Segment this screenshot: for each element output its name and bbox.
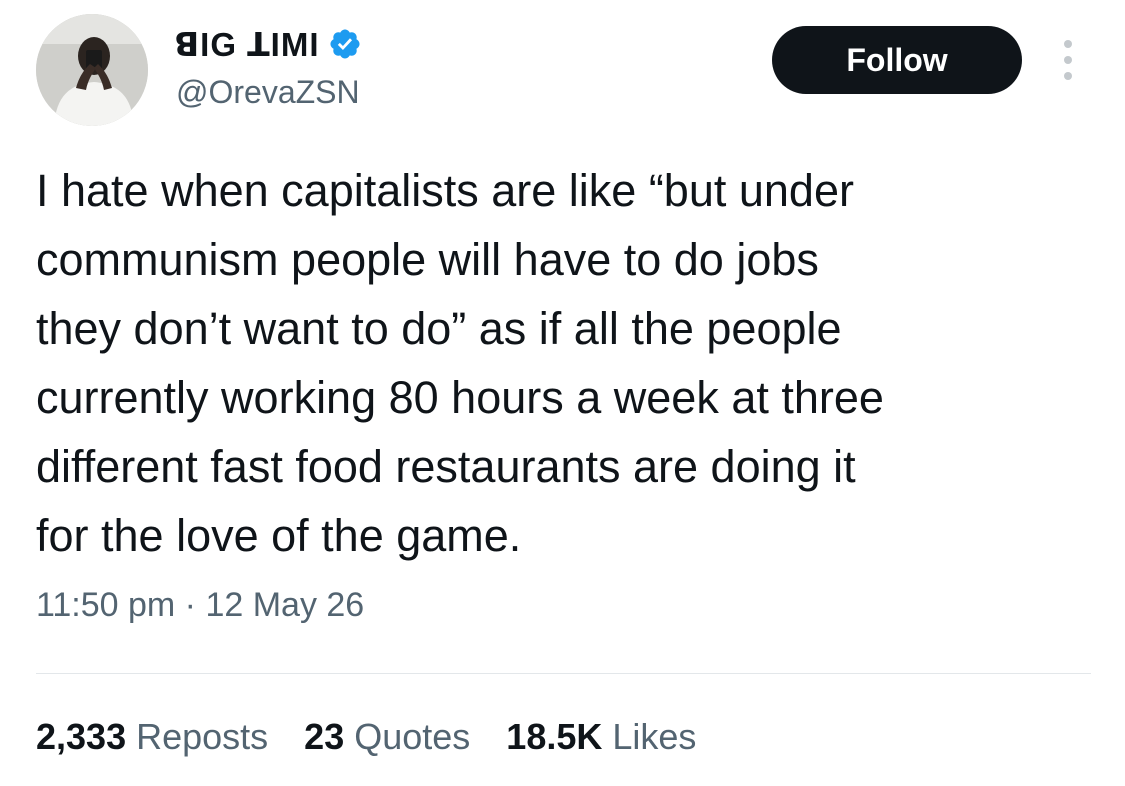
likes-count: 18.5K [506,716,603,757]
reposts-stat[interactable]: 2,333 Reposts [36,716,268,758]
follow-button[interactable]: Follow [772,26,1022,94]
quotes-stat[interactable]: 23 Quotes [304,716,470,758]
more-dot [1064,40,1072,48]
reposts-label: Reposts [136,716,269,757]
tweet-text: I hate when capitalists are like “but un… [36,165,884,561]
quotes-count: 23 [304,716,345,757]
more-vertical-icon[interactable] [1050,36,1086,84]
more-dot [1064,72,1072,80]
avatar-photo [36,14,148,126]
tweet-header: ꓭIG ꓕIMI @OrevaZSN Follow [0,0,1125,140]
reposts-count: 2,333 [36,716,127,757]
author-handle[interactable]: @OrevaZSN [176,74,360,111]
quotes-label: Quotes [354,716,471,757]
likes-label: Likes [612,716,697,757]
engagement-stats: 2,333 Reposts 23 Quotes 18.5K Likes [36,716,732,758]
author-name-row: ꓭIG ꓕIMI [174,22,362,66]
divider [36,673,1091,674]
more-dot [1064,56,1072,64]
tweet-timestamp[interactable]: 11:50 pm · 12 May 26 [36,586,364,625]
avatar[interactable] [36,14,148,126]
author-display-name[interactable]: ꓭIG ꓕIMI [174,25,320,64]
likes-stat[interactable]: 18.5K Likes [506,716,696,758]
verified-badge-icon [328,27,362,61]
